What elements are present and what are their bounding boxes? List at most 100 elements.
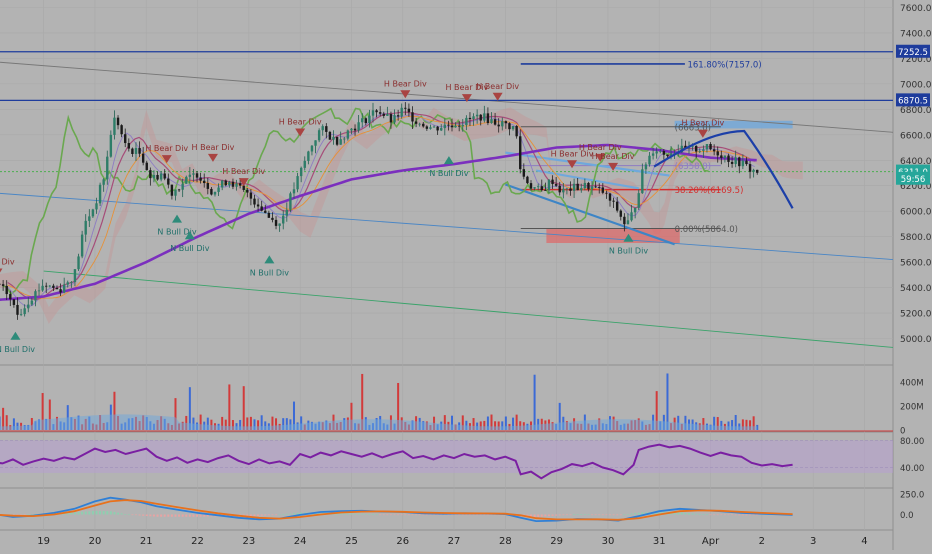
candle-body [30,300,34,305]
candle-body [504,121,508,124]
macd-histogram-bar [73,512,76,515]
candle-body [181,183,184,190]
bull-divergence-label: N Bull Div [250,268,289,277]
macd-histogram-bar [612,514,615,516]
chart-workspace[interactable]: 161.80%(7157.0) (6663.0) (6358.0) 38.20%(61… [0,0,932,550]
macd-histogram-bar [486,514,489,516]
price-tick-label: 6800.0 [900,106,932,116]
macd-histogram-bar [415,514,418,516]
candle-body [465,117,468,126]
candle-body [299,167,303,177]
x-tick-label: 29 [550,536,563,547]
price-tick-label: 7600.0 [900,4,932,14]
candle-body [580,188,583,191]
candle-body [41,285,44,291]
candle-body [558,185,561,193]
support-zone-box [546,229,680,244]
bull-divergence-label: N Bull Div [0,345,35,354]
candle-body [177,189,181,191]
macd-histogram-bar [734,514,737,516]
bear-divergence-marker [697,129,708,138]
candle-body [249,192,253,199]
price-badge-label: 6870.5 [898,97,928,107]
candle-body [407,108,411,113]
candle-body [264,210,267,213]
candle-body [572,183,576,191]
candle-body [479,114,482,121]
candle-body [429,127,432,129]
macd-histogram-bar [127,514,130,516]
macd-histogram-bar [102,511,105,515]
macd-tick-label: 0.0 [900,511,914,521]
macd-histogram-bar [285,513,288,515]
candle-body [350,128,353,131]
macd-tick-label: 250.0 [900,491,924,501]
macd-histogram-bar [680,512,683,515]
candle-body [106,156,109,180]
candle-body [745,160,748,165]
x-tick-label: 19 [37,536,50,547]
macd-histogram-bar [576,514,579,515]
candle-body [727,155,730,162]
macd-histogram-bar [436,514,439,516]
macd-histogram-bar [569,514,572,516]
x-tick-label: 24 [294,536,307,547]
candle-body [296,176,299,190]
candle-body [554,184,558,186]
candle-body [267,212,271,218]
macd-histogram-bar [756,514,759,516]
candle-body [576,183,579,191]
price-tick-label: 6600.0 [900,131,932,141]
macd-histogram-bar [716,514,719,516]
candle-body [124,134,127,144]
bear-divergence-label: H Bear Div [145,144,188,153]
macd-histogram-bar [634,513,637,515]
macd-histogram-bar [637,512,640,515]
candle-body [666,154,669,156]
candle-body [70,282,73,283]
candle-body [756,169,759,173]
candle-body [335,136,339,145]
candle-body [159,173,163,180]
price-tick-label: 7400.0 [900,29,932,39]
macd-histogram-bar [547,514,550,517]
macd-histogram-bar [152,514,155,517]
macd-histogram-bar [120,513,123,515]
candle-body [601,187,605,193]
macd-histogram-bar [339,513,342,515]
trading-chart[interactable]: 161.80%(7157.0)(6663.0)(6358.0)38.20%(61… [0,0,932,550]
macd-histogram-bar [540,514,543,517]
macd-histogram-bar [389,514,392,516]
candle-body [393,115,396,123]
candle-body [343,138,346,140]
candle-body [411,112,414,122]
macd-histogram-bar [544,514,547,517]
macd-histogram-bar [253,514,256,517]
candle-body [102,179,105,185]
candle-body [432,126,436,128]
candle-body [748,164,752,172]
bear-divergence-marker [295,128,306,137]
x-tick-label: 27 [448,536,461,547]
macd-histogram-bar [163,514,166,517]
macd-histogram-bar [479,514,482,516]
macd-histogram-bar [91,510,94,515]
candle-body [278,223,281,226]
candle-body [400,107,403,117]
candle-body [709,144,712,150]
candle-body [648,155,651,165]
candle-body [598,187,601,188]
macd-histogram-bar [698,514,701,515]
macd-histogram-bar [573,514,576,515]
candle-body [741,160,745,167]
macd-histogram-bar [677,512,680,515]
candle-body [562,188,565,193]
candle-body [167,178,170,185]
macd-histogram-bar [422,514,425,516]
candle-body [544,190,547,191]
macd-histogram-bar [346,513,349,515]
fib-level-label: 161.80%(7157.0) [687,60,761,70]
candle-body [256,204,260,207]
volume-bar [242,386,245,430]
macd-histogram-bar [149,514,152,517]
